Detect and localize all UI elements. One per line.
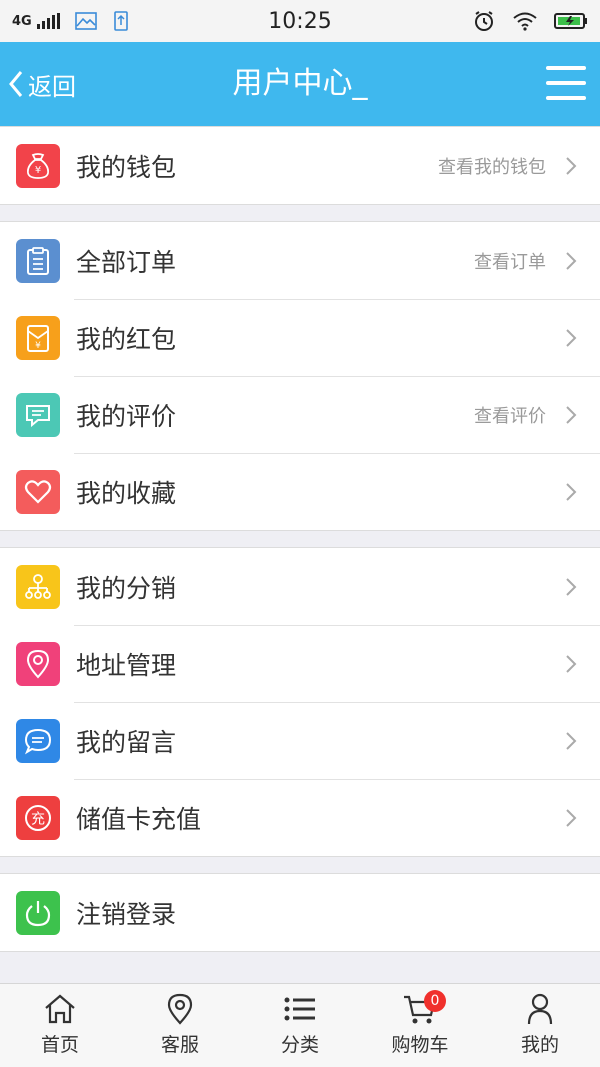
hamburger-icon-line [546, 96, 586, 100]
chevron-right-icon [566, 405, 577, 424]
clock: 10:25 [268, 8, 332, 34]
row-hint: 查看订单 [474, 251, 546, 273]
chevron-right-icon [566, 156, 577, 175]
svg-text:¥: ¥ [35, 165, 41, 176]
row-hint: 查看我的钱包 [438, 156, 546, 178]
tab-cart[interactable]: 0 购物车 [360, 984, 480, 1067]
tab-label: 分类 [280, 1034, 319, 1056]
svg-text:充: 充 [31, 811, 45, 827]
chevron-right-icon [566, 577, 577, 596]
chevron-right-icon [566, 482, 577, 501]
menu-row-address[interactable]: 地址管理 [0, 625, 600, 702]
row-label: 我的留言 [76, 727, 177, 757]
menu-row-red-envelope[interactable]: ¥ 我的红包 [0, 299, 600, 376]
list-icon [284, 997, 315, 1021]
row-label: 注销登录 [76, 899, 177, 929]
menu-row-wallet[interactable]: ¥ 我的钱包 查看我的钱包 [0, 127, 600, 204]
chevron-right-icon [566, 328, 577, 347]
battery-icon [554, 13, 587, 29]
wifi-icon [513, 12, 537, 31]
status-bar: 4G 10:25 [0, 0, 600, 42]
svg-text:¥: ¥ [35, 341, 41, 351]
power-icon [16, 890, 60, 935]
orders-group: 全部订单 查看订单 ¥ 我的红包 我的评价 查看评价 我的收藏 [0, 221, 600, 531]
menu-row-messages[interactable]: 我的留言 [0, 702, 600, 779]
location-pin-icon [16, 641, 60, 686]
menu-button[interactable] [546, 66, 586, 100]
hamburger-icon-line [546, 81, 586, 85]
tab-service[interactable]: 客服 [120, 984, 240, 1067]
chevron-right-icon [566, 251, 577, 270]
menu-row-favorites[interactable]: 我的收藏 [0, 453, 600, 530]
tab-label: 我的 [520, 1034, 559, 1056]
wallet-group: ¥ 我的钱包 查看我的钱包 [0, 126, 600, 205]
menu-row-recharge[interactable]: 充 储值卡充值 [0, 779, 600, 856]
red-envelope-icon: ¥ [16, 315, 60, 360]
row-label: 全部订单 [76, 247, 177, 277]
row-label: 我的收藏 [76, 478, 177, 508]
usb-icon [113, 11, 128, 31]
heart-icon [16, 469, 60, 514]
row-label: 我的红包 [76, 324, 177, 354]
row-label: 我的评价 [76, 401, 177, 431]
tab-label: 客服 [160, 1034, 199, 1056]
comment-icon [16, 392, 60, 437]
alarm-icon [475, 11, 493, 31]
row-label: 我的钱包 [76, 152, 177, 182]
row-hint: 查看评价 [474, 405, 546, 427]
row-label: 我的分销 [76, 573, 177, 603]
chevron-right-icon [566, 654, 577, 673]
menu-row-orders[interactable]: 全部订单 查看订单 [0, 222, 600, 299]
tab-me[interactable]: 我的 [480, 984, 600, 1067]
logout-group: 注销登录 [0, 873, 600, 952]
page-title: 用户中心_ [232, 66, 368, 101]
user-icon [527, 993, 553, 1025]
row-label: 地址管理 [76, 650, 177, 680]
location-icon [167, 993, 193, 1025]
menu-row-logout[interactable]: 注销登录 [0, 874, 600, 951]
header-bar: 返回 用户中心_ [0, 42, 600, 126]
tab-label: 购物车 [391, 1034, 449, 1056]
row-label: 储值卡充值 [76, 804, 202, 834]
message-icon [16, 718, 60, 763]
tab-category[interactable]: 分类 [240, 984, 360, 1067]
signal-indicator: 4G [12, 13, 60, 29]
bottom-tab-bar: 首页 客服 分类 0 购物车 我的 [0, 983, 600, 1067]
hamburger-icon-line [546, 66, 586, 70]
tab-label: 首页 [40, 1034, 79, 1056]
menu-row-distribution[interactable]: 我的分销 [0, 548, 600, 625]
user-center-menu: ¥ 我的钱包 查看我的钱包 全部订单 查看订单 ¥ 我的红包 我的评价 查看评价… [0, 126, 600, 968]
signal-bars-icon [36, 13, 60, 29]
network-icon [16, 564, 60, 609]
home-icon [45, 994, 75, 1024]
chevron-right-icon [566, 808, 577, 827]
image-icon [74, 12, 97, 30]
tab-home[interactable]: 首页 [0, 984, 120, 1067]
menu-row-reviews[interactable]: 我的评价 查看评价 [0, 376, 600, 453]
services-group: 我的分销 地址管理 我的留言 充 储值卡充值 [0, 547, 600, 857]
clipboard-icon [16, 238, 60, 283]
cart-count-badge: 0 [424, 990, 446, 1012]
recharge-icon: 充 [16, 795, 60, 840]
network-type: 4G [12, 14, 32, 29]
wallet-icon: ¥ [16, 143, 60, 188]
chevron-right-icon [566, 731, 577, 750]
